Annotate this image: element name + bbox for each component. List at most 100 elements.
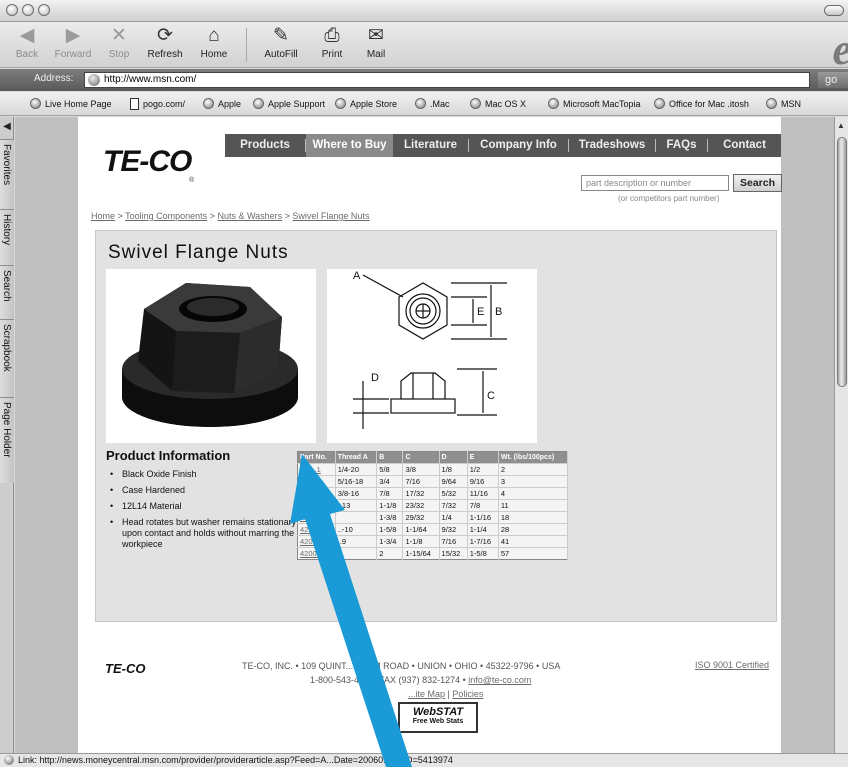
footer-logo[interactable]: TE-CO: [105, 661, 145, 676]
favorite-msn[interactable]: MSN: [766, 98, 801, 109]
table-cell: 28: [498, 523, 569, 536]
site-map-link[interactable]: ...ite Map: [408, 689, 445, 699]
go-label: go: [825, 74, 838, 86]
page-viewport: TE-CO ® Products Where to Buy Literature…: [15, 117, 834, 753]
favorite-mac-os-x[interactable]: Mac OS X: [470, 98, 526, 109]
search-button[interactable]: Search: [733, 174, 782, 192]
favorite-label: Mac OS X: [485, 99, 527, 109]
table-cell: 1/8: [439, 463, 468, 476]
scroll-thumb[interactable]: [837, 137, 847, 387]
explorer-sidebar: ◀ Favorites History Search Scrapbook Pag…: [0, 117, 14, 753]
stop-x-icon: ✕: [111, 25, 127, 46]
sidebar-tab-scrapbook[interactable]: Scrapbook: [0, 319, 14, 397]
back-button[interactable]: ◀ Back: [8, 24, 46, 66]
favorite-apple-support[interactable]: Apple Support: [253, 98, 325, 109]
webstat-title: WebSTAT: [412, 706, 464, 718]
table-row: 42008 2 1-15/64 15/32 1-5/8 57: [297, 547, 569, 560]
table-cell: 1-5/8: [467, 547, 499, 560]
autofill-button[interactable]: ✎ AutoFill: [254, 24, 308, 66]
diagram-label-b: B: [495, 306, 502, 318]
favorite-microsoft-mactopia[interactable]: Microsoft MacTopia: [548, 98, 641, 109]
breadcrumb-home[interactable]: Home: [91, 211, 115, 221]
globe-icon: [88, 74, 100, 86]
vertical-scrollbar[interactable]: ▲: [834, 117, 848, 753]
favorite-apple[interactable]: Apple: [203, 98, 241, 109]
sidebar-tab-label: Page Holder: [1, 402, 12, 458]
nav-faqs[interactable]: FAQs: [656, 134, 707, 157]
table-cell: 3/4: [376, 475, 404, 488]
breadcrumb-swivel-flange-nuts[interactable]: Swivel Flange Nuts: [292, 211, 369, 221]
minimize-window-button[interactable]: [22, 4, 34, 16]
close-window-button[interactable]: [6, 4, 18, 16]
part-number-link[interactable]: 42008: [297, 547, 336, 560]
table-cell: 9/16: [467, 475, 499, 488]
favorite-dotmac[interactable]: .Mac: [415, 98, 450, 109]
table-cell: 3: [498, 475, 569, 488]
sidebar-tab-history[interactable]: History: [0, 209, 14, 265]
refresh-button[interactable]: ⟳ Refresh: [142, 24, 188, 66]
globe-icon: [335, 98, 346, 109]
table-cell: 57: [498, 547, 569, 560]
nav-literature[interactable]: Literature: [393, 134, 468, 157]
table-cell: [335, 547, 378, 560]
nav-products[interactable]: Products: [225, 134, 305, 157]
sidebar-tab-page-holder[interactable]: Page Holder: [0, 397, 14, 483]
mail-button[interactable]: ✉ Mail: [358, 24, 394, 66]
sidebar-tab-favorites[interactable]: Favorites: [0, 139, 14, 209]
table-cell: 11/16: [467, 487, 499, 500]
webstat-badge[interactable]: WebSTAT Free Web Stats: [398, 702, 478, 733]
site-container: TE-CO ® Products Where to Buy Literature…: [78, 117, 782, 753]
toolbar-toggle-button[interactable]: [824, 5, 844, 16]
breadcrumb-nuts-washers[interactable]: Nuts & Washers: [217, 211, 282, 221]
breadcrumb-tooling-components[interactable]: Tooling Components: [125, 211, 207, 221]
forward-button[interactable]: ▶ Forward: [50, 24, 96, 66]
part-number-link[interactable]: 420..: [297, 487, 336, 500]
site-logo[interactable]: TE-CO: [103, 145, 192, 179]
part-number-link[interactable]: 42..: [297, 523, 336, 536]
favorite-live-home-page[interactable]: Live Home Page: [30, 98, 112, 109]
table-cell: 1-1/8: [376, 499, 404, 512]
table-cell: 4: [498, 487, 569, 500]
address-input[interactable]: http://www.msn.com/: [84, 72, 810, 88]
footer-email-link[interactable]: info@te-co.com: [468, 675, 531, 685]
favorite-apple-store[interactable]: Apple Store: [335, 98, 397, 109]
nav-tradeshows[interactable]: Tradeshows: [569, 134, 655, 157]
table-cell: 7/32: [439, 499, 468, 512]
part-number-link[interactable]: 420..: [297, 475, 336, 488]
home-button[interactable]: ⌂ Home: [194, 24, 234, 66]
favorite-office-for-mac[interactable]: Office for Mac .itosh: [654, 98, 749, 109]
table-cell: ..9: [335, 535, 378, 548]
search-hint: (or competitors part number): [618, 194, 720, 203]
footer-address: TE-CO, INC. • 109 QUINT... FARM ROAD • U…: [242, 661, 561, 671]
table-cell: 2: [376, 547, 404, 560]
breadcrumb-separator: >: [207, 211, 218, 221]
part-number-link[interactable]: 42..: [297, 499, 336, 512]
print-button[interactable]: ⎙ Print: [312, 24, 352, 66]
table-cell: 2: [498, 463, 569, 476]
globe-icon: [766, 98, 777, 109]
part-number-link[interactable]: 42..: [297, 511, 336, 524]
nav-contact[interactable]: Contact: [708, 134, 781, 157]
sidebar-toggle-icon[interactable]: ◀: [1, 121, 13, 135]
zoom-window-button[interactable]: [38, 4, 50, 16]
policies-link[interactable]: Policies: [452, 689, 483, 699]
footer-contact: 1-800-543-407... FAX (937) 832-1274 • in…: [310, 675, 531, 685]
go-button[interactable]: go: [818, 72, 848, 88]
diagram-label-a: A: [353, 270, 361, 282]
toolbar: ◀ Back ▶ Forward ✕ Stop ⟳ Refresh ⌂ Home…: [0, 22, 848, 72]
search-input[interactable]: part description or number: [581, 175, 729, 191]
diagram-label-c: C: [487, 390, 495, 402]
favorite-pogo[interactable]: pogo.com/: [130, 98, 185, 110]
part-number-link[interactable]: 42007: [297, 535, 336, 548]
sidebar-tab-search[interactable]: Search: [0, 265, 14, 319]
favorite-label: MSN: [781, 99, 801, 109]
nav-where-to-buy[interactable]: Where to Buy: [306, 134, 393, 157]
main-nav: Products Where to Buy Literature Company…: [225, 134, 781, 157]
nav-company-info[interactable]: Company Info: [469, 134, 568, 157]
diagram-label-d: D: [371, 372, 379, 384]
part-number-link[interactable]: 420..1: [297, 463, 336, 476]
stop-button[interactable]: ✕ Stop: [102, 24, 136, 66]
iso-certified-link[interactable]: ISO 9001 Certified: [695, 660, 769, 670]
table-cell: 15/32: [439, 547, 468, 560]
scroll-up-arrow-icon[interactable]: ▲: [837, 121, 845, 130]
